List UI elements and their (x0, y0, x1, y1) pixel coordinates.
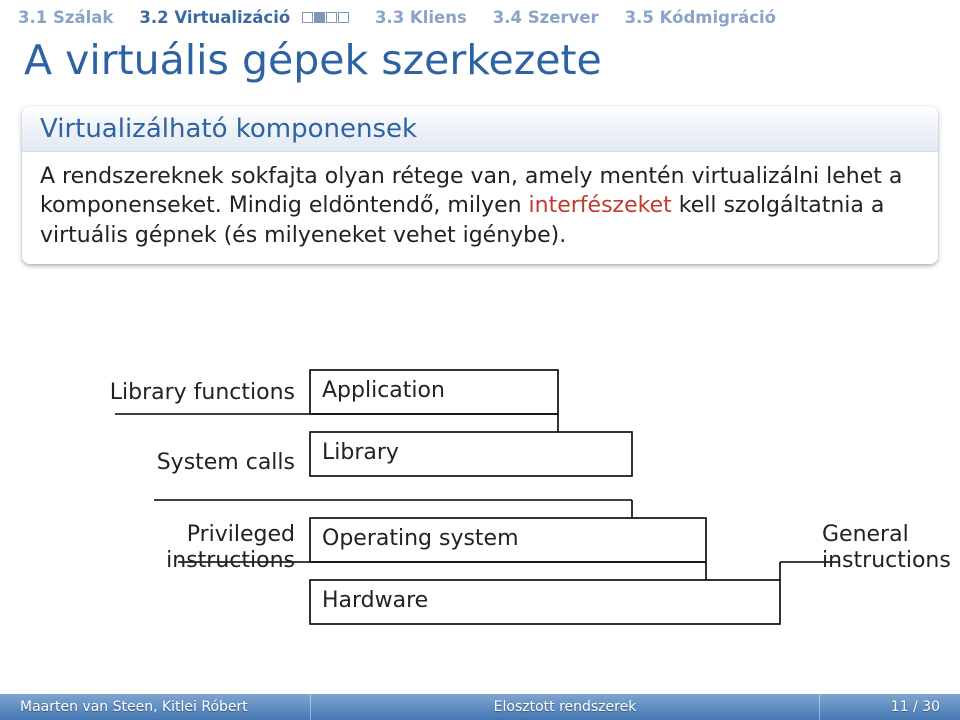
section-nav: 3.1 Szálak 3.2 Virtualizáció 3.3 Kliens … (18, 8, 942, 27)
highlight-term: interfészeket (529, 193, 672, 218)
block-body: A rendszereknek sokfajta olyan rétege va… (22, 152, 938, 264)
content-block: Virtualizálható komponensek A rendszerek… (22, 106, 938, 264)
page-title: A virtuális gépek szerkezete (24, 36, 602, 84)
box-os: Operating system (322, 526, 519, 551)
label-privileged-1: Privileged (0, 522, 295, 547)
label-general-1: General (822, 522, 909, 547)
nav-dot-icon (302, 12, 313, 23)
nav-item-kodmigracio[interactable]: 3.5 Kódmigráció (625, 8, 776, 27)
footer-page: 11 / 30 (820, 699, 960, 715)
nav-item-szerver[interactable]: 3.4 Szerver (493, 8, 599, 27)
box-application: Application (322, 378, 445, 403)
diagram-svg (0, 320, 960, 650)
nav-item-virtualizacio[interactable]: 3.2 Virtualizáció (139, 8, 349, 27)
label-library-functions: Library functions (0, 380, 295, 405)
nav-item-kliens[interactable]: 3.3 Kliens (375, 8, 467, 27)
box-hardware: Hardware (322, 588, 428, 613)
label-privileged-2: instructions (0, 548, 295, 573)
label-general-2: instructions (822, 548, 951, 573)
footer: Maarten van Steen, Kitlei Róbert Eloszto… (0, 694, 960, 720)
nav-dot-icon (314, 12, 325, 23)
block-title: Virtualizálható komponensek (22, 106, 938, 152)
nav-progress-dots (302, 12, 349, 23)
nav-dot-icon (338, 12, 349, 23)
nav-dot-icon (326, 12, 337, 23)
architecture-diagram: Library functions System calls Privilege… (0, 320, 960, 650)
footer-title: Elosztott rendszerek (311, 699, 819, 715)
footer-authors: Maarten van Steen, Kitlei Róbert (0, 699, 310, 715)
nav-item-szalak[interactable]: 3.1 Szálak (18, 8, 113, 27)
box-library: Library (322, 440, 399, 465)
label-system-calls: System calls (0, 450, 295, 475)
